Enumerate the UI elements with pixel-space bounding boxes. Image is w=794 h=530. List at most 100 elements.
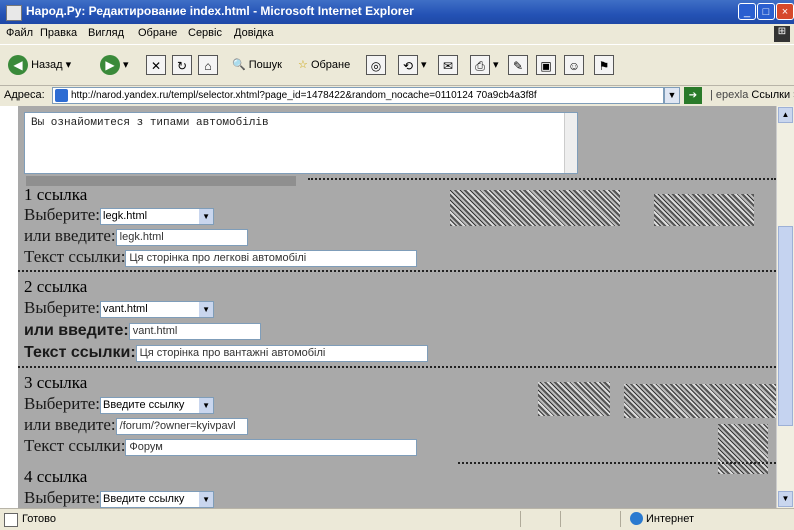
block1-text-input[interactable]: Ця сторінка про легкові автомобілі <box>125 249 418 267</box>
block4-choose-select[interactable]: Введите ссылку ▼ <box>100 490 215 508</box>
refresh-button[interactable]: ↻ <box>172 54 192 76</box>
block2-choose-label: Выберите: <box>24 298 101 317</box>
noise-block <box>450 190 620 226</box>
address-dropdown-button[interactable]: ▼ <box>664 87 680 104</box>
textarea-text: Вы ознайомитеся з типами автомобілів <box>31 117 269 129</box>
chevron-down-icon: ▼ <box>199 491 214 507</box>
menu-tools[interactable]: Сервіс <box>188 27 222 39</box>
divider <box>18 270 776 272</box>
refresh-icon: ↻ <box>172 55 192 76</box>
menu-bar: Файл Правка Вигляд Обране Сервіс Довідка… <box>0 24 794 44</box>
block4-choose-row: Выберите: Введите ссылку ▼ <box>24 488 215 508</box>
title-bar: Народ.Ру: Редактирование index.html - Mi… <box>0 0 794 24</box>
go-arrow-icon: ➔ <box>688 90 698 101</box>
scroll-thumb[interactable] <box>778 226 793 426</box>
block1-choose-label: Выберите: <box>24 205 101 224</box>
menu-view[interactable]: Вигляд <box>88 27 124 39</box>
block1-text-label: Текст ссылки: <box>24 247 126 266</box>
links-button[interactable]: | epexla Ссылки » <box>710 89 794 101</box>
block2-or-row: или введите: vant.html <box>24 321 261 340</box>
go-button[interactable]: ➔ <box>684 87 702 104</box>
block4-heading: 4 ссылка <box>24 467 88 486</box>
block4-choose-value: Введите ссылку <box>103 492 185 505</box>
search-label: Пошук <box>248 59 282 71</box>
home-button[interactable]: ⌂ <box>198 54 218 76</box>
block3-choose-select[interactable]: Введите ссылку ▼ <box>100 396 215 414</box>
divider <box>308 178 776 180</box>
block1-heading: 1 ссылка <box>24 185 88 204</box>
noise-top-right <box>578 112 776 124</box>
search-icon: 🔍 <box>232 59 246 71</box>
status-text: Готово <box>22 513 56 525</box>
browser-window: Народ.Ру: Редактирование index.html - Mi… <box>0 0 794 530</box>
scroll-up-button[interactable]: ▲ <box>778 107 793 123</box>
toolbar: ◀ Назад ▾ ▶ ▾ ✕ ↻ ⌂ 🔍 Пошук ☆ Обране ◎ ⟲… <box>0 44 794 85</box>
block2-or-label: или введите: <box>24 322 129 339</box>
windows-flag-icon: ⊞ <box>774 26 790 42</box>
noise-block <box>538 382 610 416</box>
block1-choose-select[interactable]: legk.html ▼ <box>100 207 215 225</box>
block3-choose-value: Введите ссылку <box>103 398 185 411</box>
security-zone: Интернет <box>646 513 694 525</box>
page-scrollbar[interactable]: ▲ ▼ <box>776 106 794 508</box>
block2-or-input[interactable]: vant.html <box>128 322 261 340</box>
print-icon: ⎙ <box>470 55 490 76</box>
ie-logo-icon <box>6 5 22 21</box>
messenger-button[interactable]: ☺ <box>564 54 584 76</box>
research-icon: ⚑ <box>594 55 614 76</box>
favorites-button[interactable]: ☆ Обране <box>298 54 350 76</box>
block3-text-input[interactable]: Форум <box>125 438 418 456</box>
address-label: Адреса: <box>4 89 45 101</box>
links-label: Ссылки <box>751 89 791 101</box>
block4-choose-label: Выберите: <box>24 488 101 507</box>
discuss-button[interactable]: ▣ <box>536 54 556 76</box>
menu-edit[interactable]: Правка <box>40 27 77 39</box>
mail-button[interactable]: ✉ <box>438 54 458 76</box>
block2-choose-value: vant.html <box>103 302 148 315</box>
close-button[interactable]: × <box>776 3 794 20</box>
menu-help[interactable]: Довідка <box>234 27 274 39</box>
block3-or-input[interactable]: /forum/?owner=kyivpavl <box>115 417 248 435</box>
chevron-down-icon: ▼ <box>199 301 214 317</box>
address-url: http://narod.yandex.ru/templ/selector.xh… <box>71 90 537 101</box>
chevron-down-icon: ▼ <box>199 397 214 413</box>
menu-favorites[interactable]: Обране <box>138 27 177 39</box>
home-icon: ⌂ <box>198 55 218 76</box>
block3-choose-label: Выберите: <box>24 394 101 413</box>
block2-heading: 2 ссылка <box>24 277 88 296</box>
edit-button[interactable]: ✎ <box>508 54 528 76</box>
block1-or-input[interactable]: legk.html <box>115 228 248 246</box>
media-button[interactable]: ◎ <box>366 54 386 76</box>
mail-icon: ✉ <box>438 55 458 76</box>
forward-button[interactable]: ▶ ▾ <box>100 54 129 76</box>
noise-block <box>624 384 776 418</box>
scroll-down-button[interactable]: ▼ <box>778 491 793 507</box>
back-arrow-icon: ◀ <box>8 55 28 76</box>
textarea-scrollbar[interactable] <box>564 113 577 173</box>
block2-text-input[interactable]: Ця сторінка про вантажні автомобілі <box>135 344 428 362</box>
page-icon <box>4 513 18 527</box>
star-icon: ☆ <box>298 59 308 71</box>
minimize-button[interactable]: _ <box>738 3 756 20</box>
history-button[interactable]: ⟲ ▾ <box>398 54 427 76</box>
stop-icon: ✕ <box>146 55 166 76</box>
menu-file[interactable]: Файл <box>6 27 33 39</box>
maximize-button[interactable]: □ <box>757 3 775 20</box>
block1-or-row: или введите: legk.html <box>24 227 248 246</box>
print-button[interactable]: ⎙ ▾ <box>470 54 499 76</box>
favorites-label: Обране <box>310 59 351 71</box>
block2-text-row: Текст ссылки: Ця сторінка про вантажні ав… <box>24 343 428 362</box>
status-separator <box>620 511 621 527</box>
status-separator <box>520 511 521 527</box>
block3-or-label: или введите: <box>24 415 116 434</box>
block1-choose-row: Выберите: legk.html ▼ <box>24 205 215 225</box>
description-textarea[interactable]: Вы ознайомитеся з типами автомобілів <box>24 112 578 174</box>
block2-choose-select[interactable]: vant.html ▼ <box>100 300 215 318</box>
block3-or-row: или введите:/forum/?owner=kyivpavl <box>24 416 248 435</box>
stop-button[interactable]: ✕ <box>146 54 166 76</box>
back-button[interactable]: ◀ Назад ▾ <box>8 54 71 76</box>
window-title: Народ.Ру: Редактирование index.html - Mi… <box>26 4 414 18</box>
address-input[interactable]: http://narod.yandex.ru/templ/selector.xh… <box>52 87 664 104</box>
research-button[interactable]: ⚑ <box>594 54 614 76</box>
search-button[interactable]: 🔍 Пошук <box>232 54 282 76</box>
